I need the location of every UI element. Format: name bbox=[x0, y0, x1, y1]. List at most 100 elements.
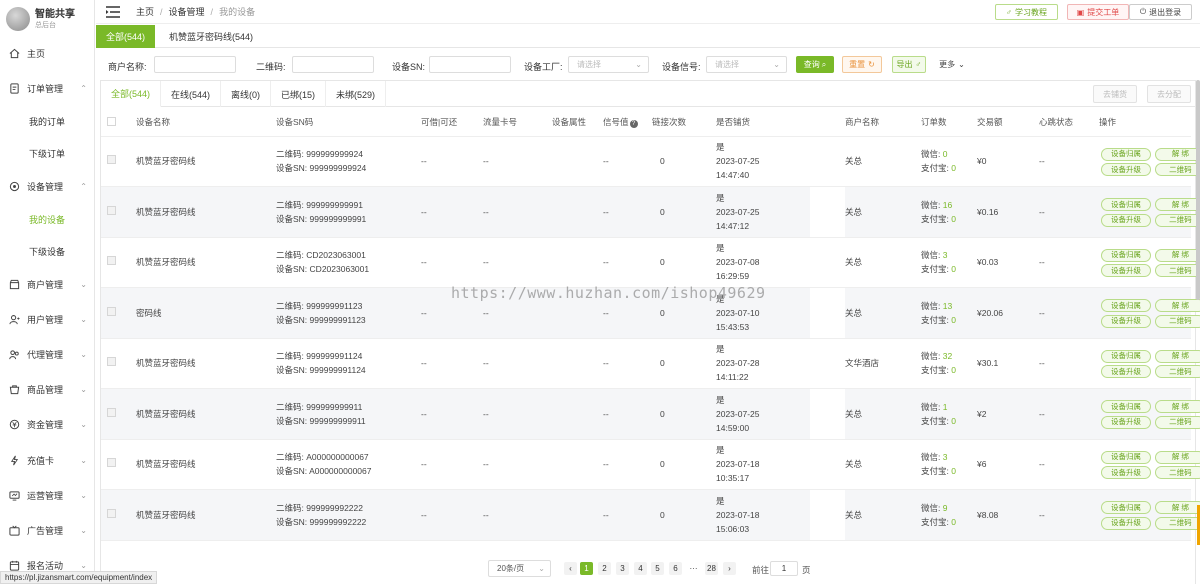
sidebar-item-goods[interactable]: 商品管理 ⌄ bbox=[0, 379, 95, 399]
next-page-button[interactable]: › bbox=[723, 562, 736, 575]
qrcode-button[interactable]: 二维码 bbox=[1155, 516, 1200, 530]
page-button-28[interactable]: 28 bbox=[705, 562, 718, 575]
sidebar-item-operations[interactable]: 运营管理 ⌄ bbox=[0, 485, 95, 505]
search-button[interactable]: 查询 ⌕ bbox=[796, 56, 834, 73]
unbind-button[interactable]: 解 绑 bbox=[1155, 248, 1200, 262]
col-order-count: 订单数 bbox=[921, 109, 977, 137]
unbind-button[interactable]: 解 绑 bbox=[1155, 501, 1200, 515]
row-checkbox[interactable] bbox=[107, 508, 116, 518]
submit-ticket-button[interactable]: ▣ 提交工单 bbox=[1067, 4, 1129, 20]
sidebar-item-home[interactable]: 主页 bbox=[0, 43, 95, 63]
sidebar-item-my-devices[interactable]: 我的设备 bbox=[0, 209, 95, 229]
sn-input[interactable] bbox=[429, 56, 511, 73]
tab-status-offline[interactable]: 离线(0) bbox=[221, 81, 272, 107]
page-size-select[interactable]: 20条/页 ⌄ bbox=[488, 560, 551, 577]
sidebar-item-orders[interactable]: 订单管理 ⌃ bbox=[0, 78, 95, 98]
page-button-2[interactable]: 2 bbox=[598, 562, 611, 575]
row-checkbox[interactable] bbox=[107, 458, 116, 468]
qrcode-button[interactable]: 二维码 bbox=[1155, 264, 1200, 278]
breadcrumb-device-management[interactable]: 设备管理 bbox=[169, 5, 205, 18]
reset-button[interactable]: 重置 ↻ bbox=[842, 56, 882, 73]
device-owner-button[interactable]: 设备归属 bbox=[1101, 198, 1151, 212]
logout-button[interactable]: ⏻ 退出登录 bbox=[1129, 4, 1192, 20]
select-all-checkbox[interactable] bbox=[107, 116, 116, 126]
qrcode-button[interactable]: 二维码 bbox=[1155, 466, 1200, 480]
tab-status-bound[interactable]: 已绑(15) bbox=[271, 81, 327, 107]
device-owner-button[interactable]: 设备归属 bbox=[1101, 450, 1151, 464]
qrcode-input[interactable] bbox=[292, 56, 374, 73]
qrcode-button[interactable]: 二维码 bbox=[1155, 314, 1200, 328]
batch-place-button[interactable]: 去铺货 bbox=[1093, 85, 1137, 103]
tab-status-online[interactable]: 在线(544) bbox=[161, 81, 222, 107]
batch-assign-button[interactable]: 去分配 bbox=[1147, 85, 1191, 103]
tab-all[interactable]: 全部(544) bbox=[96, 25, 156, 48]
tab-status-unbound[interactable]: 未绑(529) bbox=[326, 81, 387, 107]
prev-page-button[interactable]: ‹ bbox=[564, 562, 577, 575]
device-owner-button[interactable]: 设备归属 bbox=[1101, 501, 1151, 515]
unbind-button[interactable]: 解 绑 bbox=[1155, 349, 1200, 363]
sidebar-item-ads[interactable]: 广告管理 ⌄ bbox=[0, 520, 95, 540]
qrcode-button[interactable]: 二维码 bbox=[1155, 415, 1200, 429]
sidebar-item-sub-devices[interactable]: 下级设备 bbox=[0, 241, 95, 261]
sidebar-item-users[interactable]: 用户管理 ⌄ bbox=[0, 309, 95, 329]
tab-bluetooth-cable[interactable]: 机赞蓝牙密码线(544) bbox=[155, 25, 263, 48]
device-owner-button[interactable]: 设备归属 bbox=[1101, 248, 1151, 262]
sidebar-item-cards[interactable]: 充值卡 ⌄ bbox=[0, 450, 95, 470]
row-checkbox[interactable] bbox=[107, 256, 116, 266]
tutorial-button[interactable]: ♂ 学习教程 bbox=[995, 4, 1058, 20]
row-checkbox[interactable] bbox=[107, 205, 116, 215]
chevron-down-icon: ⌄ bbox=[80, 490, 87, 500]
page-button-1[interactable]: 1 bbox=[580, 562, 593, 575]
col-amount: 交易额 bbox=[977, 109, 1039, 137]
sidebar-item-funds[interactable]: 资金管理 ⌄ bbox=[0, 414, 95, 434]
device-owner-button[interactable]: 设备归属 bbox=[1101, 299, 1151, 313]
merchant-input[interactable] bbox=[154, 56, 236, 73]
unbind-button[interactable]: 解 绑 bbox=[1155, 299, 1200, 313]
menu-toggle-icon[interactable] bbox=[106, 5, 120, 18]
device-upgrade-button[interactable]: 设备升级 bbox=[1101, 466, 1151, 480]
device-upgrade-button[interactable]: 设备升级 bbox=[1101, 264, 1151, 278]
factory-select[interactable]: 请选择 ⌄ bbox=[568, 56, 649, 73]
help-icon[interactable]: ? bbox=[629, 120, 638, 129]
device-owner-button[interactable]: 设备归属 bbox=[1101, 400, 1151, 414]
sidebar-item-agents[interactable]: 代理管理 ⌄ bbox=[0, 344, 95, 364]
device-upgrade-button[interactable]: 设备升级 bbox=[1101, 314, 1151, 328]
unbind-button[interactable]: 解 绑 bbox=[1155, 198, 1200, 212]
row-checkbox[interactable] bbox=[107, 407, 116, 417]
sidebar-item-my-orders[interactable]: 我的订单 bbox=[0, 111, 95, 131]
signal-select[interactable]: 请选择 ⌄ bbox=[706, 56, 787, 73]
row-checkbox[interactable] bbox=[107, 306, 116, 316]
scrollbar[interactable] bbox=[1196, 80, 1200, 300]
sidebar-item-label: 商户管理 bbox=[27, 279, 64, 290]
breadcrumb-home[interactable]: 主页 bbox=[136, 5, 154, 18]
page-button-3[interactable]: 3 bbox=[616, 562, 629, 575]
signal-value: -- bbox=[603, 136, 652, 187]
device-owner-button[interactable]: 设备归属 bbox=[1101, 147, 1151, 161]
device-owner-button[interactable]: 设备归属 bbox=[1101, 349, 1151, 363]
unbind-button[interactable]: 解 绑 bbox=[1155, 147, 1200, 161]
row-checkbox[interactable] bbox=[107, 155, 116, 165]
device-upgrade-button[interactable]: 设备升级 bbox=[1101, 163, 1151, 177]
sidebar-item-sub-orders[interactable]: 下级订单 bbox=[0, 143, 95, 163]
row-checkbox[interactable] bbox=[107, 357, 116, 367]
qrcode-button[interactable]: 二维码 bbox=[1155, 213, 1200, 227]
goto-page-input[interactable]: 1 bbox=[770, 561, 798, 576]
qrcode-button[interactable]: 二维码 bbox=[1155, 365, 1200, 379]
device-upgrade-button[interactable]: 设备升级 bbox=[1101, 365, 1151, 379]
page-button-6[interactable]: 6 bbox=[669, 562, 682, 575]
sidebar-item-devices[interactable]: 设备管理 ⌃ bbox=[0, 176, 95, 196]
sidebar-item-merchants[interactable]: 商户管理 ⌄ bbox=[0, 274, 95, 294]
tab-status-all[interactable]: 全部(544) bbox=[101, 81, 162, 107]
device-upgrade-button[interactable]: 设备升级 bbox=[1101, 415, 1151, 429]
device-upgrade-button[interactable]: 设备升级 bbox=[1101, 516, 1151, 530]
page-button-5[interactable]: 5 bbox=[651, 562, 664, 575]
unbind-button[interactable]: 解 绑 bbox=[1155, 450, 1200, 464]
device-upgrade-button[interactable]: 设备升级 bbox=[1101, 213, 1151, 227]
qrcode-button[interactable]: 二维码 bbox=[1155, 163, 1200, 177]
more-filters-toggle[interactable]: 更多 ⌄ bbox=[935, 56, 969, 73]
fund-icon bbox=[8, 418, 20, 430]
page-button-4[interactable]: 4 bbox=[634, 562, 647, 575]
unbind-button[interactable]: 解 绑 bbox=[1155, 400, 1200, 414]
export-button[interactable]: 导出 ♂ bbox=[892, 56, 926, 73]
page-ellipsis[interactable]: ··· bbox=[687, 562, 700, 575]
